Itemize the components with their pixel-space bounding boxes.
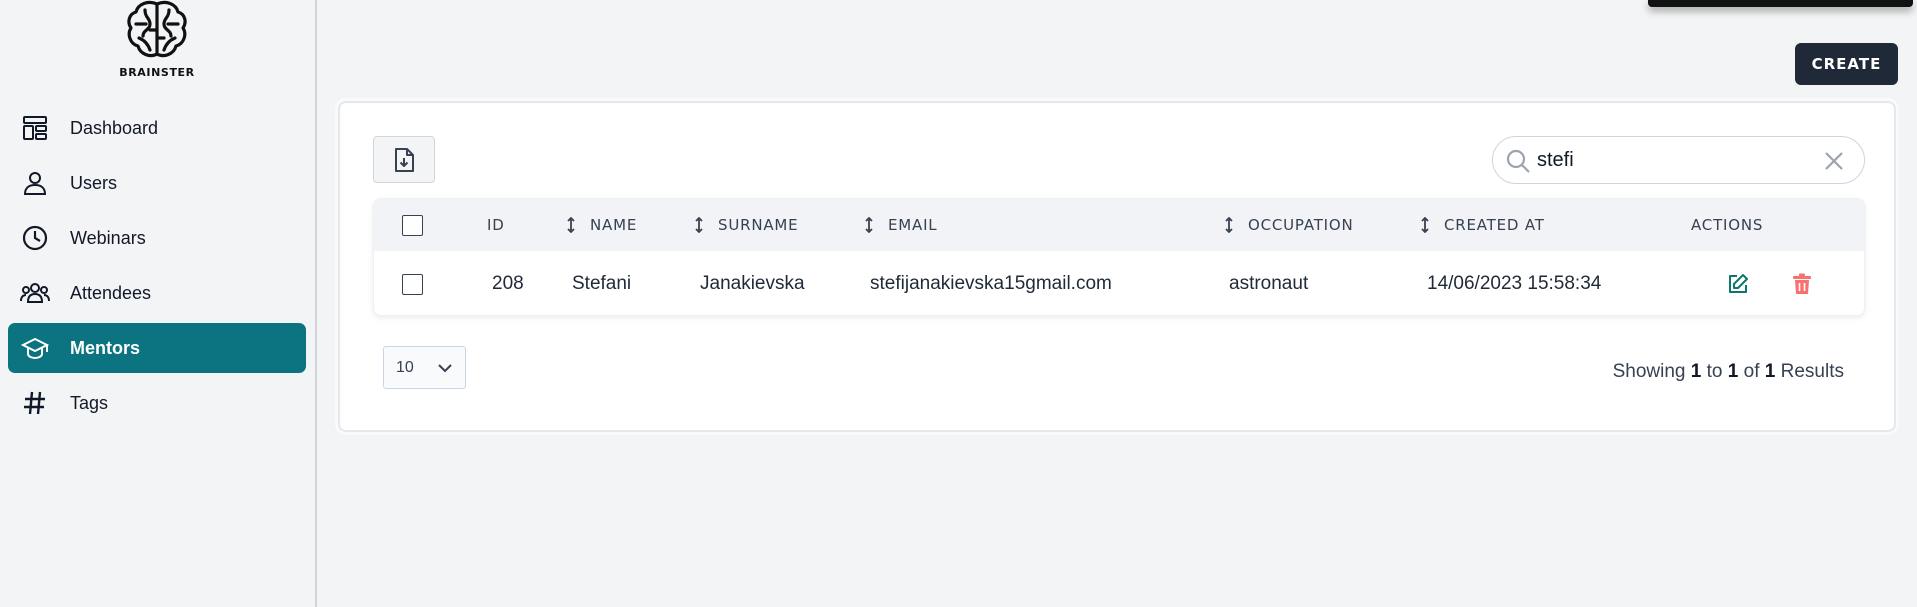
brand-name: BRAINSTER [119,66,195,79]
sort-icon [1224,217,1234,233]
per-page-value: 10 [396,358,414,376]
mentors-table-card: ID NAME SURNAME EMAIL [338,101,1896,432]
create-button[interactable]: CREATE [1795,43,1898,85]
column-header-actions: ACTIONS [1691,216,1764,234]
column-header-name[interactable]: NAME [566,199,637,251]
sidebar-nav: Dashboard Users Webinars Attendees Mento… [8,103,306,433]
column-header-surname[interactable]: SURNAME [694,199,798,251]
column-header-email[interactable]: EMAIL [864,199,937,251]
sort-icon [1420,217,1430,233]
sidebar-item-label: Mentors [70,337,141,358]
sort-icon [864,217,874,233]
edit-icon[interactable] [1727,273,1749,295]
row-checkbox[interactable] [402,273,423,295]
sidebar-item-webinars[interactable]: Webinars [8,213,306,263]
mentors-table: ID NAME SURNAME EMAIL OCCUPATION CREATED… [373,198,1865,316]
sidebar-item-tags[interactable]: Tags [8,378,306,428]
file-download-icon [395,147,414,172]
sidebar-item-label: Attendees [70,282,152,303]
dashboard-icon [20,113,50,143]
brand-logo[interactable]: BRAINSTER [117,0,197,82]
close-icon[interactable] [1823,150,1845,172]
brain-logo-icon [127,0,187,58]
export-button[interactable] [373,136,435,183]
top-overlay-bar [1648,0,1913,7]
results-summary: Showing 1 to 1 of 1 Results [1612,361,1844,382]
sort-icon [566,217,576,233]
column-header-id[interactable]: ID [487,199,505,251]
cell-email: stefijanakievska15gmail.com [870,273,1112,294]
search-field [1492,136,1865,184]
group-icon [20,278,50,308]
cell-name: Stefani [572,273,632,294]
graduation-cap-icon [20,333,50,363]
cell-surname: Janakievska [700,273,805,294]
cell-id: 208 [492,273,524,294]
hashtag-icon [20,388,50,418]
chevron-down-icon [438,364,452,373]
sidebar-item-dashboard[interactable]: Dashboard [8,103,306,153]
column-header-occupation[interactable]: OCCUPATION [1224,199,1354,251]
sidebar-item-label: Dashboard [70,117,159,138]
table-header: ID NAME SURNAME EMAIL OCCUPATION CREATED… [374,199,1864,251]
user-icon [20,168,50,198]
cell-created-at: 14/06/2023 15:58:34 [1427,273,1602,294]
trash-icon[interactable] [1792,273,1812,295]
clock-icon [20,223,50,253]
sidebar-item-label: Tags [70,392,109,413]
cell-occupation: astronaut [1229,273,1309,294]
per-page-select[interactable]: 10 [383,346,466,389]
sort-icon [694,217,704,233]
sidebar-item-label: Users [70,172,118,193]
column-header-created-at[interactable]: CREATED AT [1420,199,1545,251]
search-input[interactable] [1537,146,1807,174]
table-row: 208 Stefani Janakievska stefijanakievska… [374,251,1864,315]
sidebar: BRAINSTER Dashboard Users Webinars Atten… [0,0,317,607]
select-all-checkbox[interactable] [402,214,423,236]
sidebar-item-mentors[interactable]: Mentors [8,323,306,373]
sidebar-item-attendees[interactable]: Attendees [8,268,306,318]
search-icon [1506,149,1530,173]
sidebar-item-users[interactable]: Users [8,158,306,208]
sidebar-item-label: Webinars [70,227,146,248]
